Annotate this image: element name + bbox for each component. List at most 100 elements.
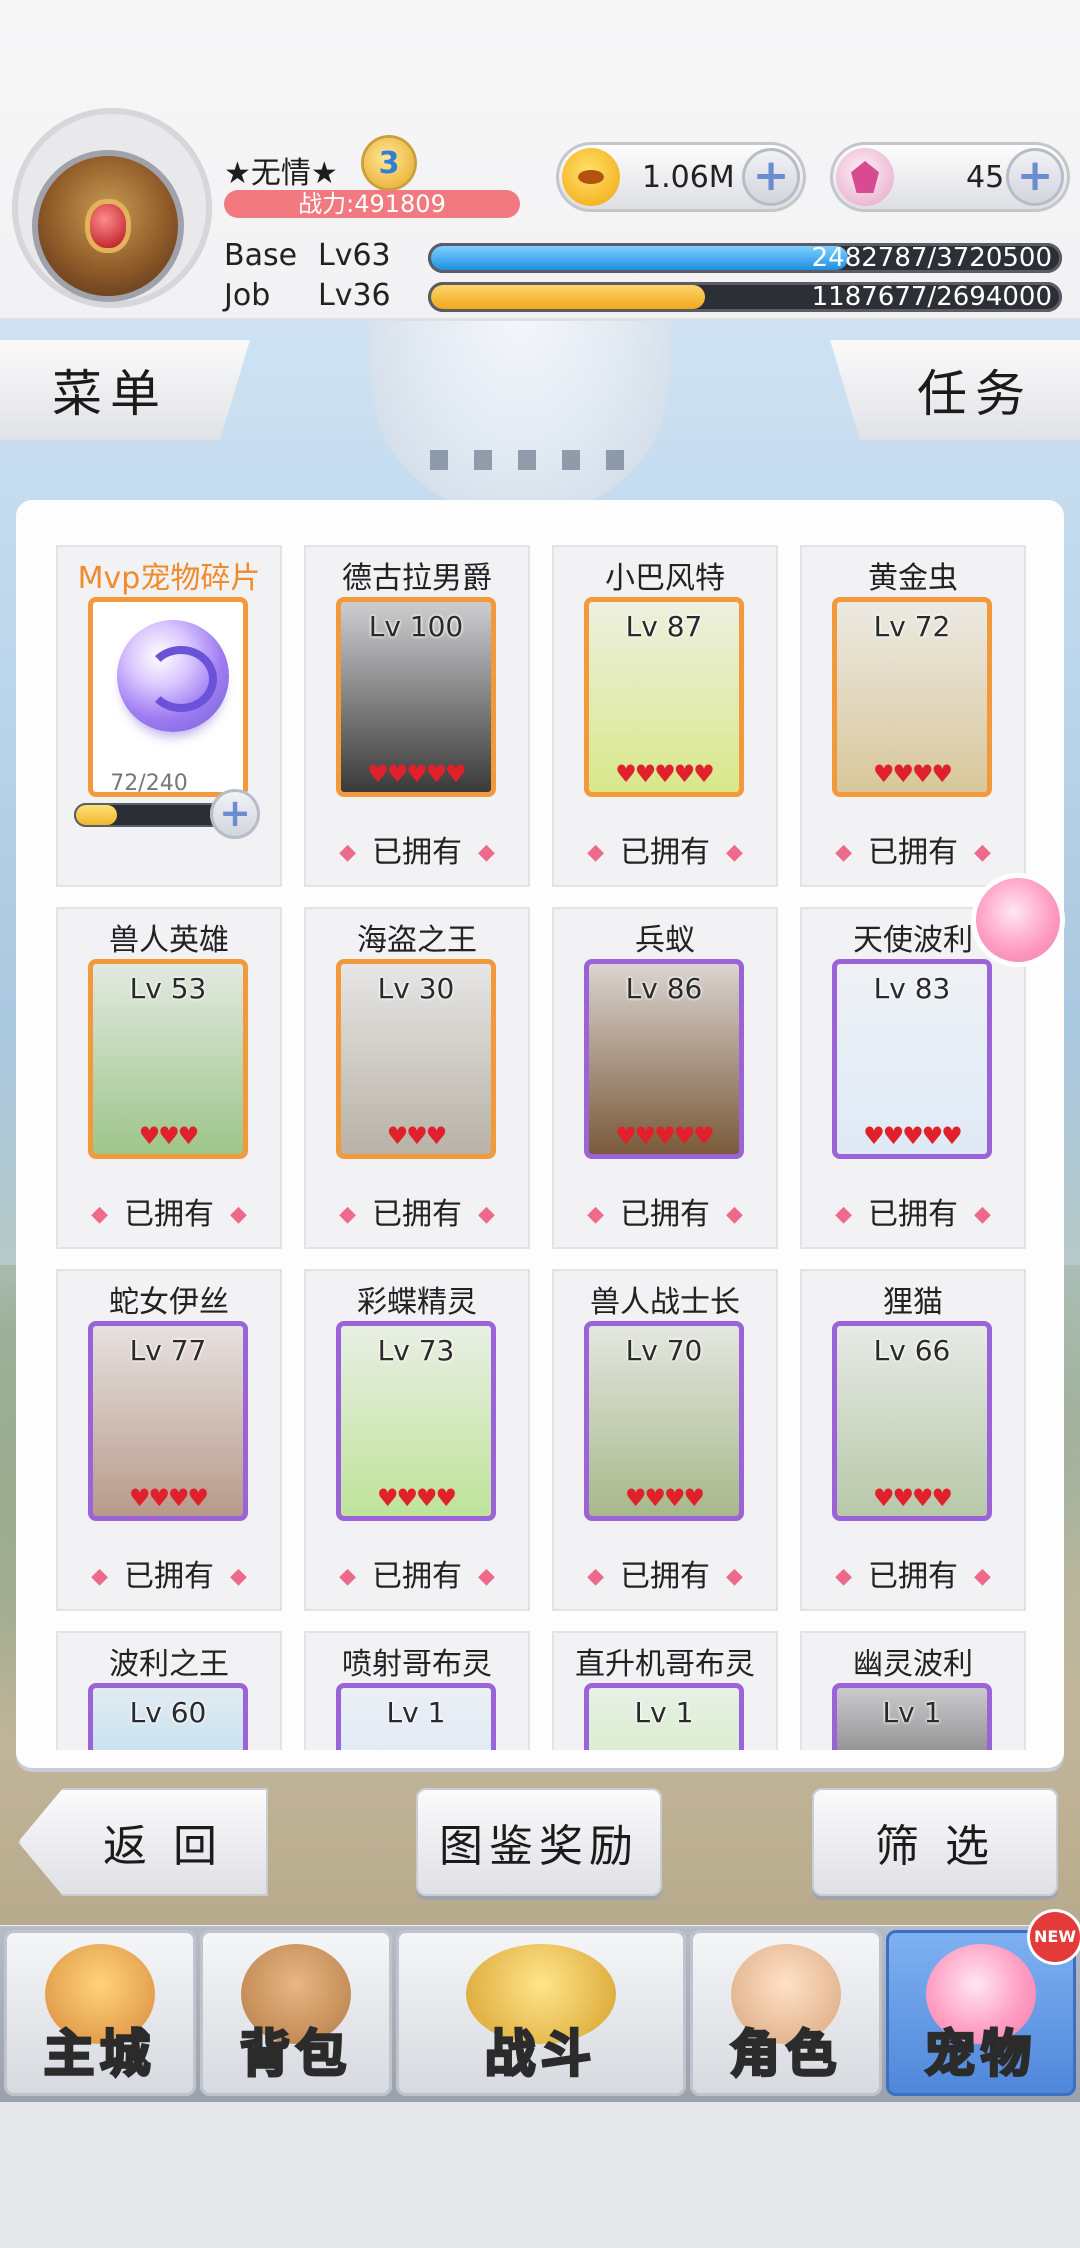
add-gem-button[interactable]: + (1006, 148, 1064, 206)
diamond-icon: ◆ (835, 840, 852, 865)
avatar[interactable] (32, 150, 184, 302)
diamond-icon: ◆ (478, 840, 495, 865)
mvp-fragment-bar (74, 803, 224, 827)
owned-label: 已拥有 (868, 1559, 958, 1594)
pet-card[interactable]: 彩蝶精灵 Lv 73 ♥♥♥♥ ◆ 已拥有 ◆ (304, 1269, 530, 1611)
pet-name: 彩蝶精灵 (357, 1285, 477, 1320)
tower-windows (430, 450, 630, 470)
owned-label: 已拥有 (372, 1197, 462, 1232)
rank-badge-icon: 3 (364, 138, 414, 188)
pet-card[interactable]: 兽人英雄 Lv 53 ♥♥♥ ◆ 已拥有 ◆ (56, 907, 282, 1249)
new-badge: NEW (1030, 1912, 1080, 1962)
pet-name: 狸猫 (883, 1285, 943, 1320)
diamond-icon: ◆ (974, 1564, 991, 1589)
pet-level: Lv 30 (377, 972, 455, 1005)
pet-owned-status: ◆ 已拥有 ◆ (552, 827, 778, 871)
pet-portrait: Lv 53 ♥♥♥ (88, 959, 248, 1159)
coin-icon (562, 148, 620, 206)
diamond-icon: ◆ (91, 1564, 108, 1589)
pet-card[interactable]: 狸猫 Lv 66 ♥♥♥♥ ◆ 已拥有 ◆ (800, 1269, 1026, 1611)
pet-portrait: Lv 73 ♥♥♥♥ (336, 1321, 496, 1521)
pet-level: Lv 60 (129, 1696, 207, 1729)
collection-rewards-button[interactable]: 图鉴奖励 (416, 1788, 662, 1896)
pet-owned-status: ◆ 已拥有 ◆ (800, 827, 1026, 871)
pet-hearts: ♥♥♥ (138, 1122, 200, 1150)
pet-card[interactable]: 小巴风特 Lv 87 ♥♥♥♥♥ ◆ 已拥有 ◆ (552, 545, 778, 887)
pet-hearts: ♥♥♥♥ (872, 760, 953, 788)
diamond-icon: ◆ (835, 1202, 852, 1227)
bottom-navigation: 主城 背包 战斗 角色 宠物 (0, 1926, 1080, 2102)
bottom-strip (0, 2102, 1080, 2248)
pet-owned-status: ◆ 已拥有 ◆ (304, 827, 530, 871)
pet-card[interactable]: 幽灵波利Lv 1◆已拥有◆ (800, 1631, 1026, 1750)
back-button[interactable]: 返 回 (18, 1788, 268, 1896)
tasks-tab[interactable]: 任务 (830, 340, 1080, 440)
diamond-icon: ◆ (230, 1202, 247, 1227)
pet-card[interactable]: 蛇女伊丝 Lv 77 ♥♥♥♥ ◆ 已拥有 ◆ (56, 1269, 282, 1611)
add-zeny-button[interactable]: + (742, 148, 800, 206)
diamond-icon: ◆ (835, 1564, 852, 1589)
pet-level: Lv 73 (377, 1334, 455, 1367)
diamond-icon: ◆ (974, 840, 991, 865)
pet-card[interactable]: 兵蚁 Lv 86 ♥♥♥♥♥ ◆ 已拥有 ◆ (552, 907, 778, 1249)
floating-poring-icon[interactable] (976, 878, 1060, 962)
avatar-emblem-icon (90, 204, 126, 248)
add-fragment-button[interactable]: + (210, 789, 260, 839)
mvp-fragment-card[interactable]: Mvp宠物碎片 72/240 + (56, 545, 282, 887)
pet-card[interactable]: 天使波利 Lv 83 ♥♥♥♥♥ ◆ 已拥有 ◆ (800, 907, 1026, 1249)
player-name: ★无情★ (224, 156, 338, 191)
pet-hearts: ♥♥♥♥♥ (615, 1122, 715, 1150)
job-exp-text: 1187677/2694000 (811, 282, 1052, 312)
nav-main-city[interactable]: 主城 (4, 1930, 196, 2096)
mvp-swirl-icon (145, 646, 217, 712)
pet-hearts: ♥♥♥♥ (128, 1484, 209, 1512)
pet-name: 直升机哥布灵 (575, 1647, 755, 1682)
pet-name: 波利之王 (109, 1647, 229, 1682)
combat-power: 战力:491809 (224, 190, 520, 218)
pet-name: 黄金虫 (868, 561, 958, 596)
pet-level: Lv 66 (873, 1334, 951, 1367)
pet-card[interactable]: 海盗之王 Lv 30 ♥♥♥ ◆ 已拥有 ◆ (304, 907, 530, 1249)
pet-owned-status: ◆ 已拥有 ◆ (552, 1189, 778, 1233)
pet-card[interactable]: 波利之王Lv 60◆已拥有◆ (56, 1631, 282, 1750)
diamond-icon: ◆ (339, 1564, 356, 1589)
diamond-icon: ◆ (91, 1202, 108, 1227)
pet-portrait: Lv 1 (832, 1683, 992, 1750)
nav-battle[interactable]: 战斗 (396, 1930, 686, 2096)
pet-owned-status: ◆ 已拥有 ◆ (800, 1551, 1026, 1595)
pet-card[interactable]: 黄金虫 Lv 72 ♥♥♥♥ ◆ 已拥有 ◆ (800, 545, 1026, 887)
pet-level: Lv 72 (873, 610, 951, 643)
pet-name: 蛇女伊丝 (109, 1285, 229, 1320)
pet-card[interactable]: 喷射哥布灵Lv 1◆已拥有◆ (304, 1631, 530, 1750)
pet-portrait: Lv 1 (336, 1683, 496, 1750)
diamond-icon: ◆ (339, 840, 356, 865)
diamond-icon: ◆ (726, 1564, 743, 1589)
gem-amount: 45 (966, 160, 1005, 195)
job-exp-fill (431, 285, 705, 309)
pet-card[interactable]: 直升机哥布灵Lv 1◆已拥有◆ (552, 1631, 778, 1750)
base-exp-bar: 2482787/3720500 (428, 243, 1062, 273)
pet-grid: Mvp宠物碎片 72/240 + 德古拉男爵 Lv 100 ♥♥♥♥♥ ◆ 已拥有 ◆ 小巴… (40, 545, 1040, 1750)
menu-tab[interactable]: 菜单 (0, 340, 250, 440)
owned-label: 已拥有 (124, 1559, 214, 1594)
base-level: Lv63 (318, 238, 391, 273)
pet-card[interactable]: 德古拉男爵 Lv 100 ♥♥♥♥♥ ◆ 已拥有 ◆ (304, 545, 530, 887)
pet-level: Lv 77 (129, 1334, 207, 1367)
nav-backpack[interactable]: 背包 (200, 1930, 392, 2096)
pet-portrait: Lv 60 (88, 1683, 248, 1750)
job-exp-bar: 1187677/2694000 (428, 282, 1062, 312)
nav-character[interactable]: 角色 (690, 1930, 882, 2096)
diamond-icon: ◆ (339, 1202, 356, 1227)
diamond-icon: ◆ (726, 1202, 743, 1227)
filter-button[interactable]: 筛 选 (812, 1788, 1058, 1896)
pet-name: 幽灵波利 (853, 1647, 973, 1682)
pet-card[interactable]: 兽人战士长 Lv 70 ♥♥♥♥ ◆ 已拥有 ◆ (552, 1269, 778, 1611)
base-exp-fill (431, 246, 848, 270)
pet-owned-status: ◆ 已拥有 ◆ (304, 1189, 530, 1233)
pet-portrait: Lv 1 (584, 1683, 744, 1750)
pet-portrait: Lv 66 ♥♥♥♥ (832, 1321, 992, 1521)
pet-owned-status: ◆ 已拥有 ◆ (56, 1551, 282, 1595)
pet-level: Lv 87 (625, 610, 703, 643)
diamond-icon: ◆ (478, 1202, 495, 1227)
owned-label: 已拥有 (620, 1559, 710, 1594)
